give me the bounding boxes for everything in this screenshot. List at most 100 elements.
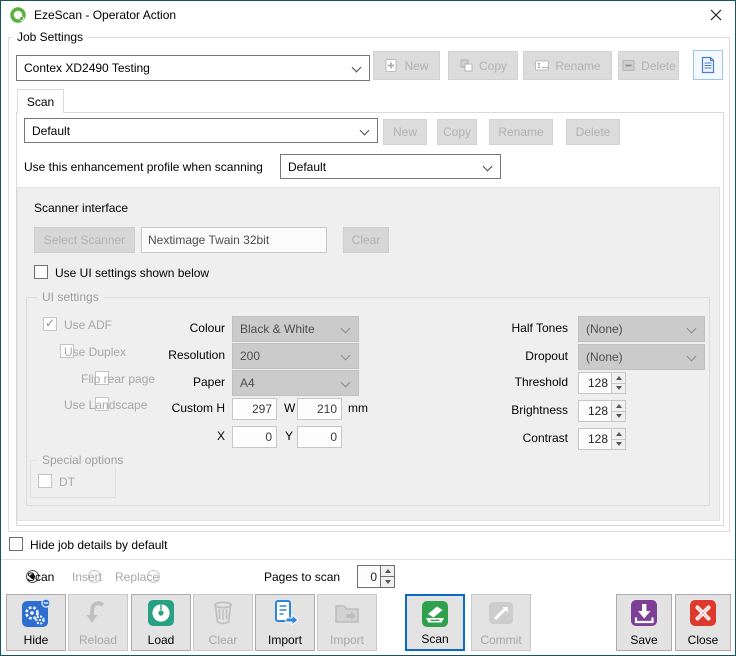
job-settings-group-label: Job Settings — [12, 30, 88, 44]
arrow-up-icon — [385, 569, 391, 573]
use-ui-settings-label: Use UI settings shown below — [55, 266, 209, 280]
new-job-button[interactable]: New — [373, 51, 440, 80]
use-adf-checkbox[interactable]: ✓ — [43, 317, 57, 331]
close-icon — [710, 9, 722, 21]
save-button-label: Save — [630, 634, 657, 647]
delete-job-button[interactable]: Delete — [618, 51, 679, 80]
close-button-label: Close — [688, 634, 719, 647]
half-tones-label: Half Tones — [448, 321, 568, 335]
pages-to-scan-label: Pages to scan — [264, 570, 340, 584]
dt-label: DT — [59, 475, 75, 489]
copy-job-button[interactable]: Copy — [448, 51, 518, 80]
clear-button-label: Clear — [209, 634, 238, 647]
window-close-button[interactable] — [699, 1, 733, 29]
half-tones-value: (None) — [586, 322, 623, 336]
w-input[interactable] — [297, 398, 342, 420]
delete-icon — [621, 58, 636, 73]
enhancement-profile-select[interactable]: Default — [280, 154, 501, 179]
tab-scan[interactable]: Scan — [17, 89, 64, 113]
import-folder-button[interactable]: Import — [317, 594, 377, 651]
brightness-spinner — [578, 400, 626, 422]
threshold-spin-down-button[interactable] — [612, 383, 625, 394]
new-job-label: New — [404, 59, 428, 73]
titlebar: EzeScan - Operator Action — [1, 1, 735, 29]
clear-scanner-button[interactable]: Clear — [343, 227, 389, 253]
clear-button[interactable]: Clear — [193, 594, 253, 651]
contrast-input[interactable] — [579, 429, 611, 449]
paper-select[interactable]: A4 — [232, 370, 359, 396]
pages-to-scan-input[interactable] — [358, 566, 380, 587]
colour-value: Black & White — [240, 322, 315, 336]
dropout-label: Dropout — [448, 349, 568, 363]
rename-icon — [534, 58, 550, 73]
special-options-group: Special options DT — [30, 460, 116, 498]
contrast-label: Contrast — [448, 431, 568, 445]
delete-job-label: Delete — [641, 59, 676, 73]
reload-button[interactable]: Reload — [68, 594, 128, 651]
delete-profile-label: Delete — [576, 125, 611, 139]
job-details-button[interactable] — [693, 50, 723, 80]
check-mark-icon: ✓ — [45, 316, 55, 330]
threshold-input[interactable] — [579, 373, 611, 393]
import-button[interactable]: Import — [255, 594, 315, 651]
scanner-icon — [420, 599, 450, 629]
enhancement-profile-label: Use this enhancement profile when scanni… — [24, 160, 263, 174]
window-title: EzeScan - Operator Action — [34, 8, 176, 22]
resolution-value: 200 — [240, 349, 260, 363]
y-input[interactable] — [297, 426, 342, 448]
x-label: X — [105, 429, 225, 443]
hide-button[interactable]: Hide — [6, 594, 66, 651]
scan-button[interactable]: Scan — [405, 594, 465, 651]
scanner-interface-label: Scanner interface — [34, 201, 128, 215]
dropout-select[interactable]: (None) — [578, 344, 705, 370]
close-button[interactable]: Close — [675, 594, 731, 651]
rename-job-label: Rename — [555, 59, 600, 73]
close-x-icon — [688, 598, 718, 628]
contrast-spinner — [578, 428, 626, 450]
brightness-spin-up-button[interactable] — [612, 401, 625, 411]
hide-job-details-checkbox[interactable] — [9, 537, 23, 551]
commit-button[interactable]: Commit — [471, 594, 531, 651]
job-settings-group: Job Settings Contex XD2490 Testing New C… — [8, 37, 730, 532]
brightness-label: Brightness — [448, 403, 568, 417]
rename-job-button[interactable]: Rename — [523, 51, 612, 80]
insert-radio-label: Insert — [72, 570, 102, 584]
load-button[interactable]: Load — [131, 594, 191, 651]
half-tones-select[interactable]: (None) — [578, 316, 705, 342]
arrow-down-icon — [385, 580, 391, 584]
pages-spin-up-button[interactable] — [381, 566, 394, 576]
resolution-select[interactable]: 200 — [232, 343, 359, 369]
x-input[interactable] — [232, 426, 277, 448]
threshold-spin-up-button[interactable] — [612, 373, 625, 383]
pages-spin-down-button[interactable] — [381, 576, 394, 587]
contrast-spin-down-button[interactable] — [612, 439, 625, 450]
brightness-spin-down-button[interactable] — [612, 411, 625, 422]
scanner-device-field[interactable] — [141, 227, 327, 253]
profile-select-value: Default — [32, 124, 70, 138]
dt-checkbox[interactable] — [38, 474, 52, 488]
custom-h-input[interactable] — [232, 398, 277, 420]
new-icon — [384, 58, 399, 73]
clear-scanner-label: Clear — [352, 233, 381, 247]
select-scanner-button[interactable]: Select Scanner — [34, 227, 135, 253]
brightness-input[interactable] — [579, 401, 611, 421]
save-button[interactable]: Save — [616, 594, 672, 651]
hide-job-details-label: Hide job details by default — [30, 538, 167, 552]
use-ui-settings-checkbox[interactable] — [34, 265, 48, 279]
chevron-down-icon — [360, 126, 370, 136]
import-folder-button-label: Import — [330, 634, 364, 647]
delete-profile-button[interactable]: Delete — [566, 119, 620, 145]
colour-select[interactable]: Black & White — [232, 316, 359, 342]
contrast-spin-up-button[interactable] — [612, 429, 625, 439]
copy-profile-button[interactable]: Copy — [437, 119, 477, 145]
threshold-label: Threshold — [448, 375, 568, 389]
select-scanner-label: Select Scanner — [44, 233, 125, 247]
document-icon — [700, 56, 716, 74]
job-select[interactable]: Contex XD2490 Testing — [16, 55, 370, 81]
import-file-icon — [270, 598, 300, 628]
profile-select[interactable]: Default — [24, 118, 378, 143]
paper-label: Paper — [105, 375, 225, 389]
rename-profile-button[interactable]: Rename — [489, 119, 553, 145]
chevron-down-icon — [687, 324, 697, 334]
new-profile-button[interactable]: New — [383, 119, 427, 145]
